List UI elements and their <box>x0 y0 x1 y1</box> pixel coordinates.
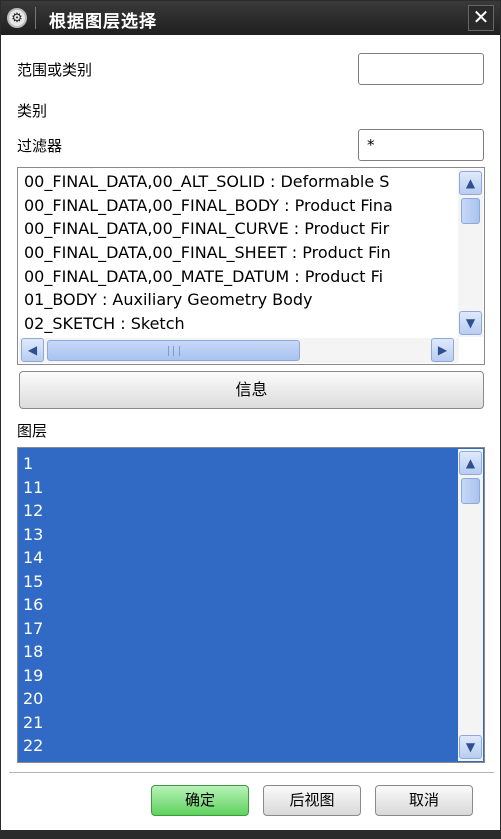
layer-item[interactable]: 14 <box>18 546 458 570</box>
info-button[interactable]: 信息 <box>19 371 484 409</box>
category-vertical-scrollbar[interactable]: ▲ ▼ <box>458 169 483 337</box>
horizontal-scroll-thumb[interactable] <box>47 340 300 361</box>
chevron-up-icon: ▲ <box>465 456 476 470</box>
layer-item[interactable]: 16 <box>18 593 458 617</box>
dialog-title: 根据图层选择 <box>49 12 157 32</box>
gear-icon[interactable]: ⚙ <box>7 8 27 28</box>
scroll-up-button[interactable]: ▲ <box>459 171 482 195</box>
chevron-left-icon: ◀ <box>27 343 38 357</box>
filter-input[interactable] <box>358 129 484 161</box>
layer-item[interactable]: 17 <box>18 617 458 641</box>
scope-label: 范围或类别 <box>17 61 93 79</box>
title-bar[interactable]: ⚙ 根据图层选择 ✕ <box>1 1 500 35</box>
list-item[interactable]: 00_FINAL_DATA,00_ALT_SOLID : Deformable … <box>18 170 458 194</box>
scroll-thumb[interactable] <box>461 478 480 504</box>
scroll-right-button[interactable]: ▶ <box>431 338 454 362</box>
layers-list-viewport: 1 11 12 13 14 15 16 17 18 19 20 21 22 23 <box>18 452 458 758</box>
list-item[interactable]: 00_FINAL_DATA,00_FINAL_SHEET : Product F… <box>18 241 458 265</box>
filter-label: 过滤器 <box>17 137 63 155</box>
layer-item[interactable]: 23 <box>18 758 458 759</box>
scroll-thumb[interactable] <box>461 198 480 224</box>
layer-item[interactable]: 19 <box>18 664 458 688</box>
title-separator <box>35 7 36 29</box>
layer-item[interactable]: 22 <box>18 734 458 758</box>
layer-item[interactable]: 21 <box>18 711 458 735</box>
list-item[interactable]: 00_FINAL_DATA,00_FINAL_CURVE : Product F… <box>18 217 458 241</box>
layer-item[interactable]: 18 <box>18 640 458 664</box>
category-list-viewport: 00_FINAL_DATA,00_ALT_SOLID : Deformable … <box>18 170 458 338</box>
footer-divider <box>9 772 494 773</box>
chevron-right-icon: ▶ <box>437 343 448 357</box>
list-item[interactable]: 00_FINAL_DATA,00_MATE_DATUM : Product Fi <box>18 265 458 289</box>
layer-item[interactable]: 12 <box>18 499 458 523</box>
layers-label: 图层 <box>17 422 48 440</box>
layers-vertical-scrollbar[interactable]: ▲ ▼ <box>458 449 483 761</box>
window-bottom-border <box>1 830 500 838</box>
scroll-down-button[interactable]: ▼ <box>459 311 482 335</box>
layer-item[interactable]: 13 <box>18 523 458 547</box>
scroll-left-button[interactable]: ◀ <box>21 338 44 362</box>
back-view-button[interactable]: 后视图 <box>263 785 361 816</box>
ok-button[interactable]: 确定 <box>151 785 249 816</box>
close-button[interactable]: ✕ <box>468 5 494 31</box>
cancel-button[interactable]: 取消 <box>375 785 473 816</box>
layer-item[interactable]: 1 <box>18 452 458 476</box>
layers-listbox[interactable]: 1 11 12 13 14 15 16 17 18 19 20 21 22 23… <box>17 447 485 763</box>
layer-item[interactable]: 11 <box>18 476 458 500</box>
scroll-down-button[interactable]: ▼ <box>459 735 482 759</box>
category-horizontal-scrollbar[interactable]: ◀ ▶ <box>19 338 459 363</box>
category-label: 类别 <box>17 102 48 120</box>
layer-item[interactable]: 15 <box>18 570 458 594</box>
list-item[interactable]: 02_SKETCH : Sketch <box>18 312 458 336</box>
scroll-up-button[interactable]: ▲ <box>459 451 482 475</box>
scope-input[interactable] <box>358 53 484 85</box>
category-listbox[interactable]: 00_FINAL_DATA,00_ALT_SOLID : Deformable … <box>17 167 485 365</box>
chevron-down-icon: ▼ <box>465 740 476 754</box>
select-by-layer-dialog: ⚙ 根据图层选择 ✕ 范围或类别 类别 过滤器 00_FINAL_DATA,00… <box>0 0 501 839</box>
list-item[interactable]: 01_BODY : Auxiliary Geometry Body <box>18 288 458 312</box>
chevron-down-icon: ▼ <box>465 316 476 330</box>
layer-item[interactable]: 20 <box>18 687 458 711</box>
chevron-up-icon: ▲ <box>465 176 476 190</box>
list-item[interactable]: 00_FINAL_DATA,00_FINAL_BODY : Product Fi… <box>18 194 458 218</box>
grip-icon <box>167 346 180 356</box>
